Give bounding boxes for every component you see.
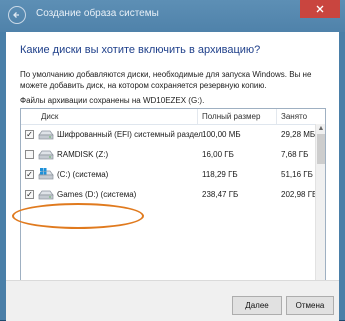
disk-list-header: Диск Полный размер Занято xyxy=(21,109,325,125)
highlight-circle xyxy=(12,203,144,229)
disk-used-size: 29,28 МБ xyxy=(281,130,316,139)
disk-checkbox-ramdisk[interactable] xyxy=(25,150,34,159)
disk-used-size: 202,98 ГБ xyxy=(281,190,318,199)
disk-list-scrollbar[interactable]: ▲ ▼ xyxy=(315,124,325,289)
disk-used-size: 7,68 ГБ xyxy=(281,150,309,159)
disk-checkbox-c[interactable]: ✓ xyxy=(25,170,34,179)
drive-icon xyxy=(38,150,54,160)
close-icon xyxy=(316,5,324,13)
title-bar: Создание образа системы xyxy=(0,0,345,32)
checkmark-icon: ✓ xyxy=(26,130,33,139)
checkmark-icon: ✓ xyxy=(26,190,33,199)
disk-list: Диск Полный размер Занято ✓ Шифрованный … xyxy=(20,108,326,290)
dialog-heading: Какие диски вы хотите включить в архивац… xyxy=(20,44,261,56)
windows-drive-icon xyxy=(38,168,54,180)
disk-total-size: 100,00 МБ xyxy=(202,130,241,139)
disk-row-efi[interactable]: ✓ Шифрованный (EFI) системный раздел 100… xyxy=(21,126,315,144)
disk-row-ramdisk[interactable]: RAMDISK (Z:) 16,00 ГБ 7,68 ГБ xyxy=(21,146,315,164)
scroll-thumb[interactable] xyxy=(317,134,325,164)
column-header-total[interactable]: Полный размер xyxy=(202,112,260,121)
disk-checkbox-efi[interactable]: ✓ xyxy=(25,130,34,139)
back-arrow-icon xyxy=(13,12,19,18)
back-button[interactable] xyxy=(8,6,26,24)
column-separator xyxy=(197,109,198,124)
system-image-window: Создание образа системы Какие диски вы х… xyxy=(0,0,345,321)
scroll-up-arrow-icon[interactable]: ▲ xyxy=(316,124,325,134)
drive-icon xyxy=(38,190,54,200)
disk-name: Шифрованный (EFI) системный раздел xyxy=(57,130,203,139)
disk-row-c[interactable]: ✓ (C:) (система) 118,29 ГБ 51,16 ГБ xyxy=(21,166,315,184)
disk-name: RAMDISK (Z:) xyxy=(57,150,109,159)
next-button[interactable]: Далее xyxy=(232,296,282,315)
disk-checkbox-games[interactable]: ✓ xyxy=(25,190,34,199)
dialog-footer: Далее Отмена xyxy=(6,280,339,321)
close-button[interactable] xyxy=(300,0,340,18)
disk-name: (C:) (система) xyxy=(57,170,109,179)
disk-row-games[interactable]: ✓ Games (D:) (система) 238,47 ГБ 202,98 … xyxy=(21,186,318,204)
drive-icon xyxy=(38,130,54,140)
disk-total-size: 118,29 ГБ xyxy=(202,170,238,179)
checkmark-icon: ✓ xyxy=(26,170,33,179)
dialog-content: Какие диски вы хотите включить в архивац… xyxy=(6,32,339,320)
column-separator xyxy=(276,109,277,124)
backup-location-text: Файлы архивации сохранены на WD10EZEX (G… xyxy=(20,96,205,105)
disk-total-size: 238,47 ГБ xyxy=(202,190,239,199)
cancel-button[interactable]: Отмена xyxy=(286,296,334,315)
disk-name: Games (D:) (система) xyxy=(57,190,137,199)
disk-total-size: 16,00 ГБ xyxy=(202,150,234,159)
column-header-disk[interactable]: Диск xyxy=(41,112,58,121)
column-header-used[interactable]: Занято xyxy=(281,112,307,121)
disk-used-size: 51,16 ГБ xyxy=(281,170,313,179)
dialog-description: По умолчанию добавляются диски, необходи… xyxy=(20,70,312,90)
window-title: Создание образа системы xyxy=(36,8,159,19)
